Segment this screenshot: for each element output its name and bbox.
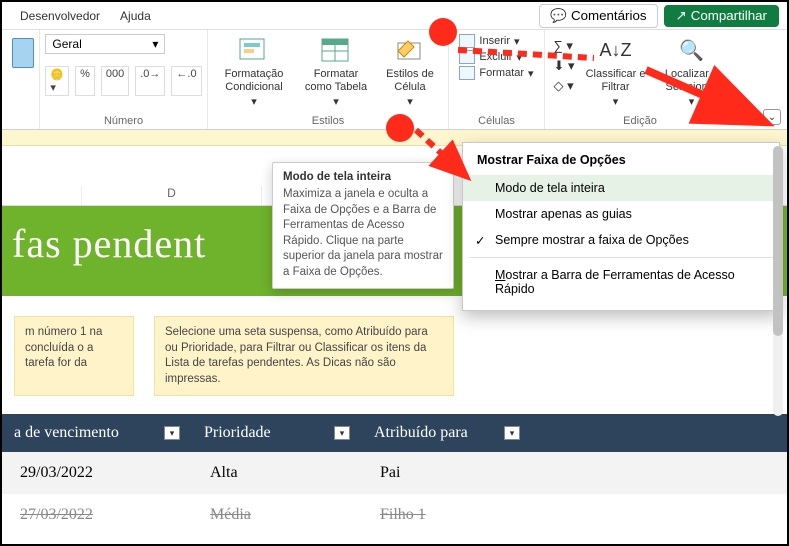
hint-box-2: Selecione uma seta suspensa, como Atribu…	[154, 316, 454, 396]
clear-button[interactable]: ◇ ▾	[553, 78, 574, 94]
sort-filter-button[interactable]: A↓Z Classificar e Filtrar ▾	[581, 34, 651, 112]
cells-group-label: Células	[478, 113, 515, 127]
table-row[interactable]: 27/03/2022 Média Filho 1	[2, 494, 787, 536]
table-header-assigned[interactable]: Atribuído para ▾	[362, 414, 532, 452]
conditional-formatting-icon	[238, 36, 270, 66]
insert-cells-button[interactable]: Inserir ▾	[459, 34, 533, 48]
ribbon-group-styles: Formatação Condicional ▾ Formatar como T…	[208, 30, 449, 129]
cell-styles-icon	[394, 36, 426, 66]
hint-box-1: m número 1 na concluída o a tarefa for d…	[14, 316, 134, 396]
table-row[interactable]: 29/03/2022 Alta Pai	[2, 452, 787, 494]
insert-icon	[459, 34, 475, 48]
comments-label: Comentários	[571, 8, 647, 23]
ribbon-group-cells: Inserir ▾ Excluir ▾ Formatar ▾ Células	[449, 30, 545, 129]
ribbon-group-editing: ∑ ▾ ⬇ ▾ ◇ ▾ A↓Z Classificar e Filtrar ▾ …	[545, 30, 735, 129]
format-label: Formatar	[479, 67, 524, 79]
fullscreen-tooltip: Modo de tela inteira Maximiza a janela e…	[272, 162, 454, 289]
header-label-assigned: Atribuído para	[374, 424, 468, 442]
ribbon-group-clipboard	[6, 30, 40, 129]
ribbon-group-number: Geral ▾ 🪙▾ % 000 .0→ ←.0 Número	[40, 30, 208, 129]
menu-title: Mostrar Faixa de Opções	[463, 149, 779, 175]
chevron-down-icon: ▾	[152, 37, 158, 51]
clipboard-icon[interactable]	[12, 38, 34, 68]
menu-item-show-qat[interactable]: Mostrar a Barra de Ferramentas de Acesso…	[463, 262, 779, 302]
menu-developer[interactable]: Desenvolvedor	[10, 5, 110, 27]
menu-item-always-show[interactable]: ✓ Sempre mostrar a faixa de Opções	[463, 227, 779, 253]
share-button[interactable]: ↗ Compartilhar	[664, 5, 779, 27]
menubar: Desenvolvedor Ajuda 💬 Comentários ↗ Comp…	[2, 2, 787, 30]
share-label: Compartilhar	[691, 8, 767, 23]
format-cells-button[interactable]: Formatar ▾	[459, 66, 533, 80]
annotation-dot	[386, 114, 414, 142]
delete-cells-button[interactable]: Excluir ▾	[459, 50, 533, 64]
sheet-title: fas pendent	[12, 221, 206, 266]
fill-button[interactable]: ⬇ ▾	[553, 58, 574, 74]
styles-group-label: Estilos	[312, 113, 344, 127]
filter-dropdown-icon[interactable]: ▾	[164, 426, 180, 440]
menu-item-label: Sempre mostrar a faixa de Opções	[495, 233, 689, 247]
tooltip-body: Maximiza a janela e oculta a Faixa de Op…	[283, 187, 443, 280]
menu-item-fullscreen[interactable]: Modo de tela inteira	[463, 175, 779, 201]
menu-item-tabs-only[interactable]: Mostrar apenas as guias	[463, 201, 779, 227]
vertical-scrollbar[interactable]	[773, 146, 783, 416]
tooltip-title: Modo de tela inteira	[283, 171, 443, 183]
format-as-table-label: Formatar como Tabela	[302, 68, 370, 94]
cell-priority[interactable]: Média	[192, 494, 362, 536]
filter-dropdown-icon[interactable]: ▾	[504, 426, 520, 440]
delete-label: Excluir	[479, 51, 512, 63]
cell-assigned[interactable]: Pai	[362, 452, 532, 494]
sort-filter-icon: A↓Z	[600, 36, 632, 66]
insert-label: Inserir	[479, 35, 510, 47]
cell-styles-button[interactable]: Estilos de Célula ▾	[380, 34, 440, 112]
search-icon: 🔍	[676, 36, 708, 66]
ribbon-display-menu: Mostrar Faixa de Opções Modo de tela int…	[462, 142, 780, 311]
table-header-due-date[interactable]: a de vencimento ▾	[2, 414, 192, 452]
check-icon: ✓	[475, 233, 485, 248]
decrease-decimal-button[interactable]: ←.0	[171, 66, 201, 96]
number-format-dropdown[interactable]: Geral ▾	[45, 34, 165, 54]
table-header-row: a de vencimento ▾ Prioridade ▾ Atribuído p…	[2, 414, 787, 452]
column-header-d[interactable]: D	[82, 186, 262, 205]
number-format-value: Geral	[52, 37, 81, 51]
menu-separator	[469, 257, 773, 258]
number-group-label: Número	[104, 113, 143, 127]
delete-icon	[459, 50, 475, 64]
find-select-label: Localizar e Selecionar	[661, 68, 723, 94]
menu-help[interactable]: Ajuda	[110, 5, 161, 27]
table-header-priority[interactable]: Prioridade ▾	[192, 414, 362, 452]
header-label-due: a de vencimento	[14, 424, 119, 442]
conditional-formatting-label: Formatação Condicional	[220, 68, 288, 94]
cell-due-date[interactable]: 29/03/2022	[2, 452, 192, 494]
menu-item-label: ostrar a Barra de Ferramentas de Acesso …	[495, 268, 735, 296]
annotation-dot	[429, 18, 457, 46]
find-select-button[interactable]: 🔍 Localizar e Selecionar ▾	[657, 34, 727, 112]
comments-button[interactable]: 💬 Comentários	[539, 4, 657, 28]
conditional-formatting-button[interactable]: Formatação Condicional ▾	[216, 34, 292, 112]
table-icon	[320, 36, 352, 66]
cell-styles-label: Estilos de Célula	[384, 68, 436, 94]
filter-dropdown-icon[interactable]: ▾	[334, 426, 350, 440]
increase-decimal-button[interactable]: .0→	[135, 66, 165, 96]
format-icon	[459, 66, 475, 80]
menu-item-accelerator: M	[495, 268, 505, 282]
comment-icon: 💬	[550, 8, 567, 24]
header-label-priority: Prioridade	[204, 424, 271, 442]
percent-format-button[interactable]: %	[75, 66, 95, 96]
format-as-table-button[interactable]: Formatar como Tabela ▾	[298, 34, 374, 112]
share-icon: ↗	[676, 8, 687, 24]
comma-format-button[interactable]: 000	[101, 66, 129, 96]
ribbon-display-options-button[interactable]: ⌄	[763, 109, 781, 125]
editing-group-label: Edição	[623, 113, 657, 127]
cell-due-date[interactable]: 27/03/2022	[2, 494, 192, 536]
autosum-button[interactable]: ∑ ▾	[553, 38, 574, 54]
cell-assigned[interactable]: Filho 1	[362, 494, 532, 536]
hints-row: m número 1 na concluída o a tarefa for d…	[2, 296, 787, 406]
sort-filter-label: Classificar e Filtrar	[585, 68, 647, 94]
cell-priority[interactable]: Alta	[192, 452, 362, 494]
scrollbar-thumb[interactable]	[773, 146, 783, 336]
accounting-format-button[interactable]: 🪙▾	[45, 66, 69, 96]
